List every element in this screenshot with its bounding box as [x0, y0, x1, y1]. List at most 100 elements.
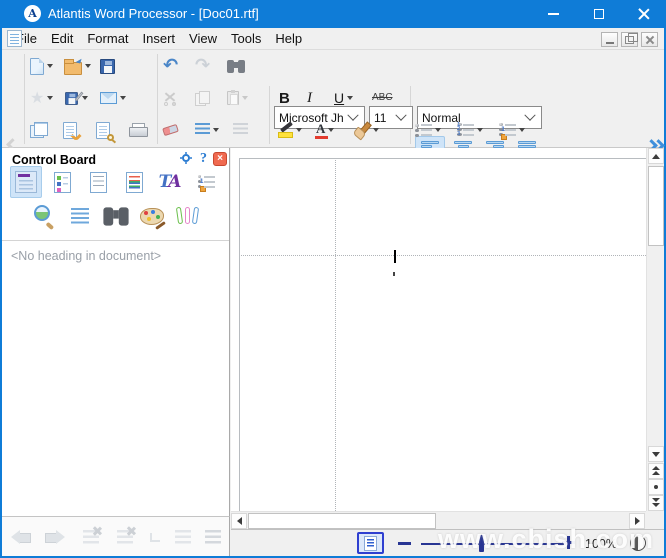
dropdown-icon[interactable] — [477, 128, 483, 132]
underline-button[interactable]: U — [334, 84, 353, 112]
remove-heading-button[interactable] — [78, 524, 104, 550]
copy-button[interactable] — [195, 84, 210, 112]
tool-find[interactable] — [100, 200, 132, 232]
tab-styles[interactable] — [118, 166, 150, 198]
dropdown-icon[interactable] — [328, 128, 334, 132]
save-button[interactable] — [100, 52, 115, 80]
doc-close-button[interactable] — [641, 32, 658, 47]
dropdown-icon[interactable] — [213, 128, 219, 132]
nav-forward-button[interactable] — [42, 524, 68, 550]
document-system-menu-icon[interactable] — [7, 30, 22, 47]
window-minimize-button[interactable] — [531, 0, 576, 28]
sort-button[interactable] — [233, 116, 248, 144]
document-options-button[interactable] — [63, 116, 77, 144]
undo-button[interactable]: ↶ — [163, 52, 178, 80]
forward-arrow-icon — [45, 530, 65, 544]
zoom-in-button[interactable] — [562, 536, 575, 549]
window-close-button[interactable] — [621, 0, 666, 28]
favorites-button[interactable]: ★ — [30, 84, 53, 112]
numbered-list-button[interactable] — [457, 116, 483, 144]
tab-fonts[interactable]: TA — [154, 166, 186, 198]
print-button[interactable] — [129, 116, 146, 144]
dropdown-icon[interactable] — [435, 128, 441, 132]
heading-list-all-button[interactable] — [200, 524, 226, 550]
zoom-slider-track[interactable] — [421, 543, 566, 545]
scroll-down-button[interactable] — [648, 446, 664, 462]
dropdown-icon[interactable] — [519, 128, 525, 132]
select-browse-object-button[interactable] — [648, 479, 664, 495]
document-copies-button[interactable] — [30, 116, 48, 144]
undo-arrow-icon: ↶ — [163, 57, 178, 75]
tool-zoom[interactable] — [28, 200, 60, 232]
menu-view[interactable]: View — [189, 31, 217, 46]
email-button[interactable] — [100, 84, 126, 112]
chevron-down-icon[interactable] — [524, 109, 535, 120]
next-page-button[interactable] — [648, 495, 664, 511]
document-viewport[interactable] — [231, 148, 646, 511]
dropdown-icon[interactable] — [120, 96, 126, 100]
dropdown-icon[interactable] — [85, 64, 91, 68]
return-button[interactable] — [142, 524, 168, 550]
vertical-scroll-thumb[interactable] — [648, 166, 664, 246]
dropdown-icon[interactable] — [347, 96, 353, 100]
cut-button[interactable] — [163, 84, 177, 112]
doc-minimize-button[interactable] — [601, 32, 618, 47]
nav-back-button[interactable] — [8, 524, 34, 550]
dropdown-icon[interactable] — [47, 64, 53, 68]
horizontal-scrollbar[interactable] — [231, 511, 646, 529]
tab-headings-map[interactable] — [10, 166, 42, 198]
dropdown-icon[interactable] — [373, 128, 379, 132]
font-color-button[interactable]: A — [316, 116, 334, 144]
highlighter-button[interactable] — [278, 116, 302, 144]
format-painter-button[interactable] — [354, 116, 379, 144]
help-icon[interactable]: ? — [200, 151, 207, 166]
scroll-up-button[interactable] — [648, 148, 664, 164]
tool-attachments[interactable] — [172, 200, 204, 232]
tab-list-markers[interactable]: 1 — [190, 166, 222, 198]
remove-all-headings-button[interactable] — [112, 524, 138, 550]
print-preview-button[interactable] — [96, 116, 110, 144]
bold-button[interactable]: B — [279, 84, 290, 112]
bullet-list-button[interactable] — [415, 116, 441, 144]
menu-edit[interactable]: Edit — [51, 31, 73, 46]
tool-paragraph[interactable] — [64, 200, 96, 232]
scroll-right-button[interactable] — [629, 513, 645, 529]
dropdown-icon[interactable] — [82, 96, 88, 100]
menu-help[interactable]: Help — [275, 31, 302, 46]
redo-button[interactable]: ↷ — [195, 52, 210, 80]
tool-colors[interactable] — [136, 200, 168, 232]
doc-restore-button[interactable] — [621, 32, 638, 47]
chevron-down-icon[interactable] — [395, 109, 406, 120]
vertical-scrollbar[interactable] — [646, 148, 664, 511]
menu-insert[interactable]: Insert — [143, 31, 176, 46]
open-document-button[interactable] — [64, 52, 91, 80]
zoom-slider-thumb[interactable] — [479, 535, 484, 552]
scroll-left-button[interactable] — [231, 513, 247, 529]
new-document-button[interactable] — [30, 52, 53, 80]
zoom-out-button[interactable] — [398, 542, 411, 545]
page-layout-view-button[interactable] — [357, 532, 384, 554]
paste-button[interactable] — [227, 84, 248, 112]
panel-close-icon[interactable]: × — [213, 152, 227, 166]
multilevel-list-button[interactable]: 1 — [499, 116, 525, 144]
menu-format[interactable]: Format — [87, 31, 128, 46]
find-button[interactable] — [227, 52, 245, 80]
heading-list-button[interactable] — [170, 524, 196, 550]
menu-tools[interactable]: Tools — [231, 31, 261, 46]
dropdown-icon[interactable] — [47, 96, 53, 100]
tab-document-text[interactable] — [82, 166, 114, 198]
dropdown-icon[interactable] — [296, 128, 302, 132]
dropdown-icon[interactable] — [242, 96, 248, 100]
arrow-down-icon — [652, 452, 660, 457]
horizontal-scroll-thumb[interactable] — [248, 513, 436, 529]
tab-outline[interactable] — [46, 166, 78, 198]
settings-gear-icon[interactable] — [182, 154, 190, 162]
window-maximize-button[interactable] — [576, 0, 621, 28]
save-as-button[interactable] — [64, 84, 88, 112]
line-spacing-button[interactable] — [195, 116, 219, 144]
eraser-button[interactable] — [163, 116, 178, 144]
previous-page-button[interactable] — [648, 463, 664, 479]
full-screen-toggle-icon[interactable] — [630, 535, 646, 551]
strikethrough-button[interactable]: ABC — [372, 84, 393, 112]
italic-button[interactable]: I — [307, 84, 312, 112]
